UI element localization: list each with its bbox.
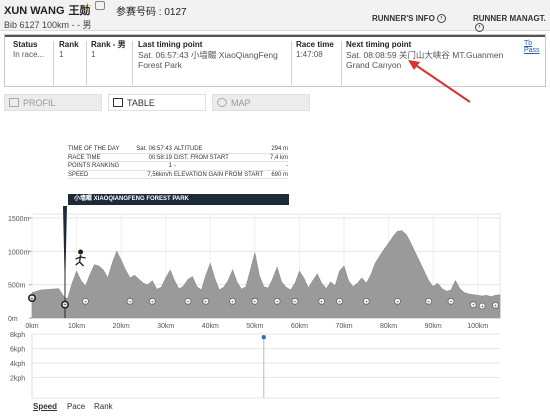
checkpoint-plus-icon: + (480, 304, 484, 310)
x-tick-label: 90km (425, 323, 442, 330)
checkpoint-plus-icon: + (395, 299, 399, 305)
elevation-chart: 1500m 1000m 500m 0m 0km 10km 20km 30km 40km 50km 6… (8, 206, 501, 399)
detail-cell: SPEED (68, 171, 89, 178)
detail-row: TIME OF THE DAY Sat. 06:57:43 ALTITUDE 294 … (68, 145, 288, 154)
checkpoint-plus-icon: + (337, 299, 341, 305)
detail-row: RACE TIME 00:58:19 DIST. FROM START 7,4 km (68, 154, 288, 163)
detail-cell: TIME OF THE DAY (68, 146, 120, 152)
x-tick-label: 50km (246, 323, 263, 330)
y-tick-label: 1500m (8, 216, 30, 223)
detail-cell: 00:58:19 (148, 154, 172, 161)
x-tick-label: 30km (157, 323, 174, 330)
tab-speed[interactable]: Speed (33, 402, 57, 411)
y-tick-label: 1000m (8, 249, 30, 256)
checkpoint-plus-icon: + (83, 299, 87, 305)
y-tick-label: 0m (8, 316, 18, 323)
x-tick-label: 20km (113, 323, 130, 330)
detail-cell: 690 m (271, 171, 288, 178)
x-tick-label: 40km (202, 323, 219, 330)
tab-pace[interactable]: Pace (67, 402, 85, 411)
checkpoint-plus-icon: + (204, 299, 208, 305)
x-tick-label: 0km (25, 323, 38, 330)
detail-cell: POINTS RANKING (68, 163, 120, 170)
checkpoint-plus-icon: + (230, 299, 234, 305)
detail-cell: Sat. 06:57:43 (136, 146, 172, 152)
detail-cell: 1 (168, 163, 172, 170)
speed-point (261, 334, 266, 340)
detail-row: POINTS RANKING 1- - (68, 162, 288, 171)
checkpoint-plus-icon: + (449, 299, 453, 305)
detail-cell: - (286, 163, 288, 170)
checkpoint-plus-icon: + (150, 299, 154, 305)
checkpoint-plus-icon: + (30, 296, 34, 302)
detail-cell: 294 m (271, 146, 288, 152)
speed-y-tick-label: 2kph (10, 376, 25, 383)
speed-y-tick-label: 8kph (10, 332, 25, 339)
detail-cell: 7,4 km (269, 154, 288, 161)
x-tick-label: 80km (380, 323, 397, 330)
x-tick-label: 10km (68, 323, 85, 330)
detail-cell: RACE TIME (68, 154, 101, 161)
runner-head-icon (78, 249, 84, 255)
point-details-table: TIME OF THE DAY Sat. 06:57:43 ALTITUDE 294 … (68, 145, 288, 180)
checkpoint-plus-icon: + (63, 303, 67, 309)
checkpoint-plus-icon: + (253, 299, 257, 305)
checkpoint-plus-icon: + (186, 299, 190, 305)
detail-cell: - (174, 163, 176, 170)
detail-cell: DIST. FROM START (174, 154, 229, 161)
checkpoint-plus-icon: + (320, 299, 324, 305)
checkpoint-plus-icon: + (275, 299, 279, 305)
tab-rank[interactable]: Rank (94, 402, 113, 411)
detail-cell: ELEVATION GAIN FROM START (174, 171, 264, 178)
speed-y-tick-label: 6kph (10, 347, 25, 354)
checkpoint-plus-icon: + (427, 299, 431, 305)
x-tick-label: 60km (291, 323, 308, 330)
checkpoint-plus-icon: + (364, 299, 368, 305)
checkpoint-plus-icon: + (471, 303, 475, 309)
checkpoint-banner: 小墙畷 XIAOQIANGFENG FOREST PARK (68, 194, 289, 205)
detail-cell: 7,56km/h (147, 171, 172, 178)
x-tick-label: 100km (467, 323, 488, 330)
detail-cell: ALTITUDE (174, 146, 203, 152)
checkpoint-plus-icon: + (293, 299, 297, 305)
y-tick-label: 500m (8, 283, 26, 290)
speed-y-tick-label: 4kph (10, 361, 25, 368)
detail-row: SPEED 7,56km/h ELEVATION GAIN FROM START 69… (68, 171, 288, 180)
checkpoint-plus-icon: + (128, 299, 132, 305)
x-tick-label: 70km (335, 323, 352, 330)
checkpoint-plus-icon: + (493, 303, 497, 309)
